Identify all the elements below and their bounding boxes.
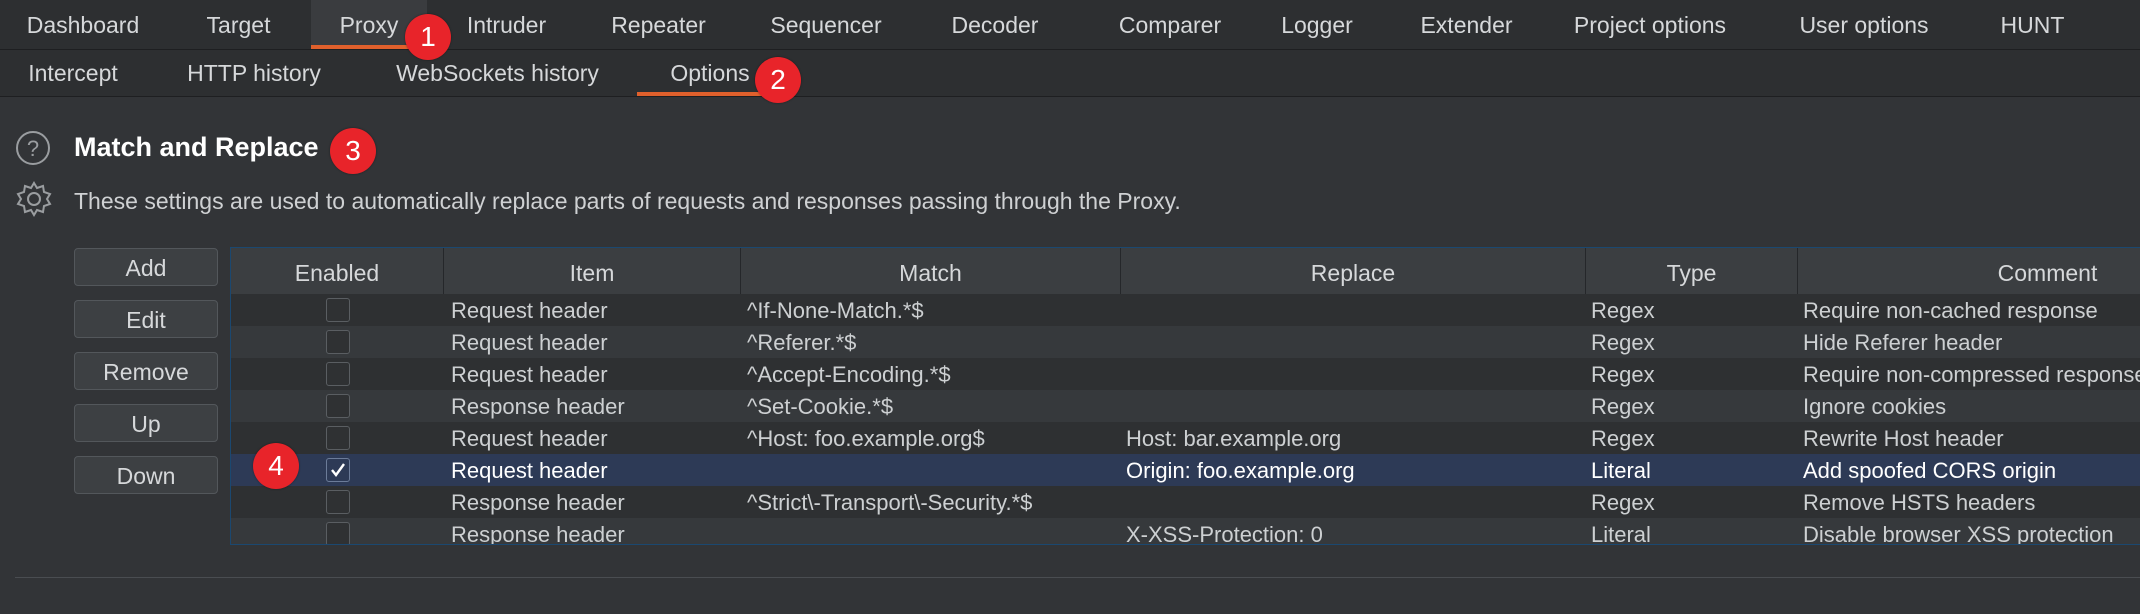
subtab-http-history[interactable]: HTTP history: [168, 50, 340, 96]
annotation-badge: 3: [330, 128, 376, 174]
column-header-match[interactable]: Match: [741, 248, 1121, 296]
subtab-websockets-history[interactable]: WebSockets history: [375, 50, 620, 96]
cell-comment: Disable browser XSS protection: [1803, 522, 2114, 545]
annotation-badge: 2: [755, 57, 801, 103]
cell-match: ^Host: foo.example.org$: [747, 426, 985, 451]
table-row[interactable]: Request header ^Referer.*$ Regex Hide Refer…: [231, 326, 2140, 358]
cell-comment: Hide Referer header: [1803, 330, 2003, 355]
cell-comment: Add spoofed CORS origin: [1803, 458, 2057, 483]
enabled-checkbox[interactable]: [326, 394, 350, 418]
column-header-type[interactable]: Type: [1586, 248, 1798, 296]
enabled-checkbox[interactable]: [326, 330, 350, 354]
section-description: These settings are used to automatically…: [74, 188, 1181, 214]
tab-intruder[interactable]: Intruder: [438, 0, 575, 49]
tab-extender[interactable]: Extender: [1395, 0, 1538, 49]
enabled-checkbox[interactable]: [326, 458, 350, 482]
cell-replace: Host: bar.example.org: [1126, 426, 1342, 451]
cell-comment: Require non-compressed responses: [1803, 362, 2140, 387]
cell-item: Request header: [451, 330, 608, 355]
cell-type: Regex: [1591, 298, 1655, 323]
cell-replace: X-XSS-Protection: 0: [1126, 522, 1323, 545]
cell-type: Regex: [1591, 490, 1655, 515]
tab-decoder[interactable]: Decoder: [925, 0, 1065, 49]
enabled-checkbox[interactable]: [326, 298, 350, 322]
cell-item: Response header: [451, 490, 625, 515]
table-header: Enabled Item Match Replace Type Comment: [231, 248, 2140, 297]
cell-match: ^Strict\-Transport\-Security.*$: [747, 490, 1033, 515]
column-header-comment[interactable]: Comment: [1798, 248, 2140, 296]
cell-type: Regex: [1591, 394, 1655, 419]
annotation-badge: 4: [253, 443, 299, 489]
subtab-intercept[interactable]: Intercept: [0, 50, 146, 96]
cell-item: Request header: [451, 458, 608, 483]
tab-repeater[interactable]: Repeater: [585, 0, 732, 49]
column-header-replace[interactable]: Replace: [1121, 248, 1586, 296]
tab-user-options[interactable]: User options: [1770, 0, 1958, 49]
column-header-enabled[interactable]: Enabled: [231, 248, 444, 296]
cell-item: Request header: [451, 426, 608, 451]
remove-button[interactable]: Remove: [74, 352, 218, 390]
tab-logger[interactable]: Logger: [1254, 0, 1380, 49]
tab-hunt[interactable]: HUNT: [1965, 0, 2100, 49]
svg-text:?: ?: [27, 136, 39, 161]
table-row[interactable]: Request header ^Accept-Encoding.*$ Regex Re…: [231, 358, 2140, 390]
tab-target[interactable]: Target: [166, 0, 311, 49]
cell-type: Regex: [1591, 362, 1655, 387]
help-icon[interactable]: ?: [15, 130, 51, 166]
cell-item: Request header: [451, 362, 608, 387]
add-button[interactable]: Add: [74, 248, 218, 286]
cell-match: ^Referer.*$: [747, 330, 857, 355]
gear-icon[interactable]: [15, 180, 53, 218]
cell-item: Response header: [451, 394, 625, 419]
tab-comparer[interactable]: Comparer: [1086, 0, 1254, 49]
checkmark-icon: [331, 463, 345, 477]
cell-type: Regex: [1591, 330, 1655, 355]
annotation-badge: 1: [405, 14, 451, 60]
down-button[interactable]: Down: [74, 456, 218, 494]
match-replace-table: Enabled Item Match Replace Type Comment …: [230, 247, 2140, 545]
cell-comment: Require non-cached response: [1803, 298, 2098, 323]
edit-button[interactable]: Edit: [74, 300, 218, 338]
table-row[interactable]: Request header Origin: foo.example.org Lit…: [231, 454, 2140, 486]
proxy-sub-tab-bar: Intercept HTTP history WebSockets histor…: [0, 50, 2140, 97]
main-tab-bar: Dashboard Target Proxy Intruder Repeater…: [0, 0, 2140, 50]
tab-sequencer[interactable]: Sequencer: [745, 0, 907, 49]
table-row[interactable]: Response header X-XSS-Protection: 0 Litera…: [231, 518, 2140, 545]
cell-item: Request header: [451, 298, 608, 323]
cell-type: Regex: [1591, 426, 1655, 451]
cell-match: ^Accept-Encoding.*$: [747, 362, 951, 387]
divider: [15, 577, 2140, 578]
enabled-checkbox[interactable]: [326, 362, 350, 386]
cell-comment: Ignore cookies: [1803, 394, 1947, 419]
cell-comment: Remove HSTS headers: [1803, 490, 2036, 515]
up-button[interactable]: Up: [74, 404, 218, 442]
section-title: Match and Replace: [74, 132, 319, 162]
table-row[interactable]: Request header ^If-None-Match.*$ Regex Requ…: [231, 294, 2140, 326]
column-header-item[interactable]: Item: [444, 248, 741, 296]
table-row[interactable]: Response header ^Strict\-Transport\-Secur…: [231, 486, 2140, 518]
tab-project-options[interactable]: Project options: [1545, 0, 1755, 49]
enabled-checkbox[interactable]: [326, 522, 350, 544]
enabled-checkbox[interactable]: [326, 426, 350, 450]
table-row[interactable]: Response header ^Set-Cookie.*$ Regex Ignore…: [231, 390, 2140, 422]
table-row[interactable]: Request header ^Host: foo.example.org$ Hos…: [231, 422, 2140, 454]
cell-type: Literal: [1591, 458, 1651, 483]
cell-replace: Origin: foo.example.org: [1126, 458, 1355, 483]
tab-dashboard[interactable]: Dashboard: [0, 0, 166, 49]
cell-match: ^Set-Cookie.*$: [747, 394, 894, 419]
cell-type: Literal: [1591, 522, 1651, 545]
cell-match: ^If-None-Match.*$: [747, 298, 924, 323]
cell-comment: Rewrite Host header: [1803, 426, 2004, 451]
cell-item: Response header: [451, 522, 625, 545]
enabled-checkbox[interactable]: [326, 490, 350, 514]
